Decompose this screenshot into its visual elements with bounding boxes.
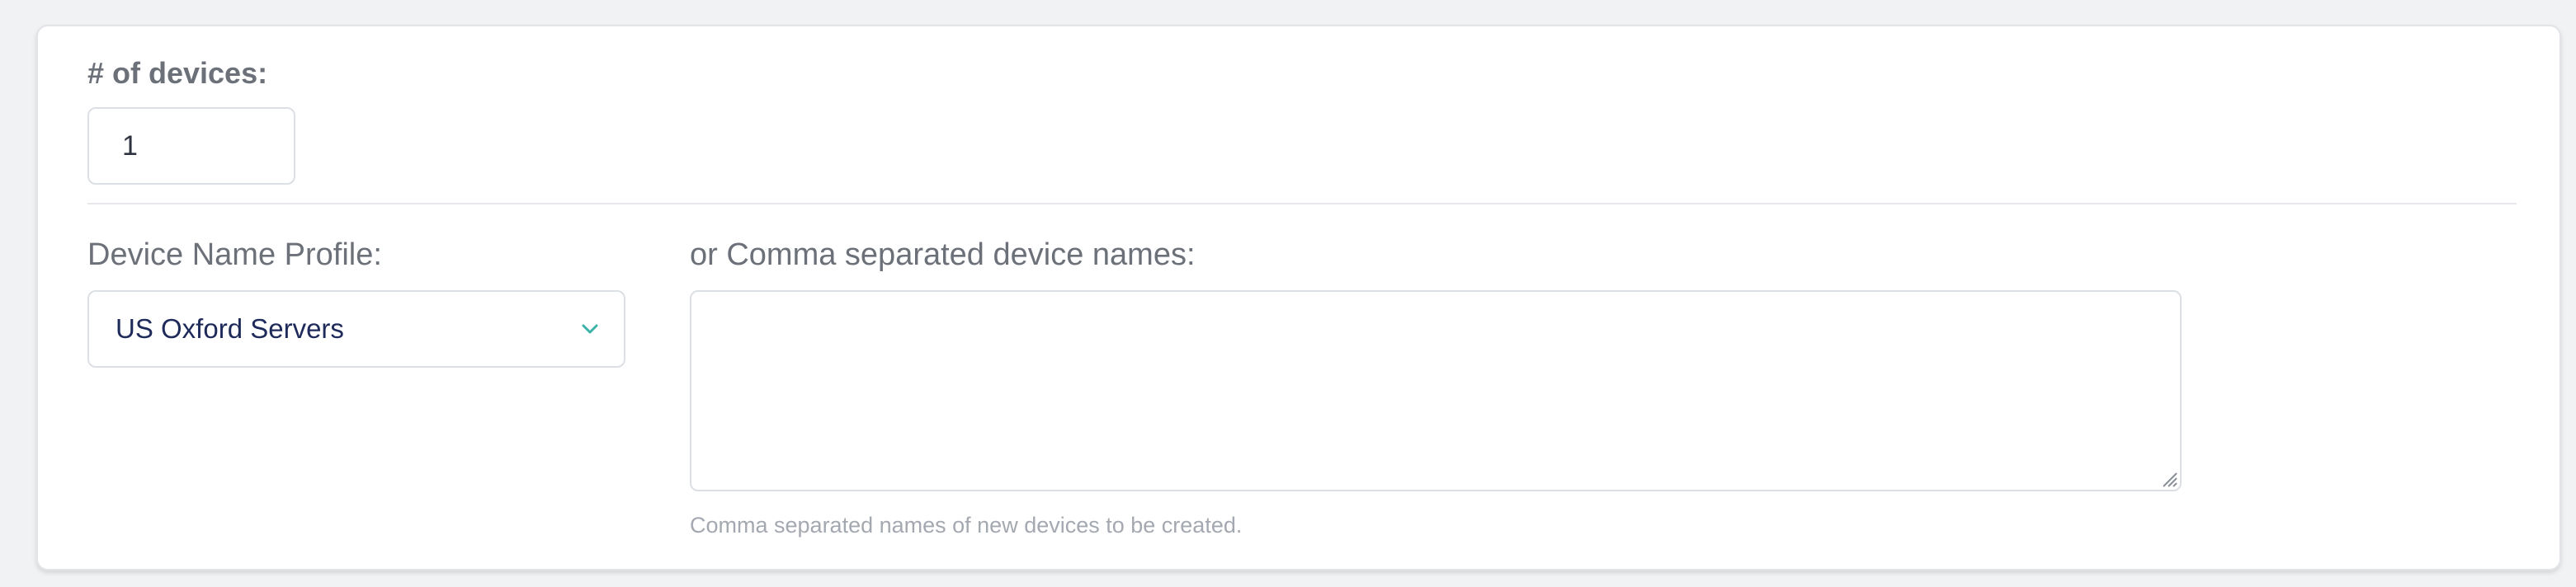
resize-grip-icon[interactable] — [2160, 470, 2178, 488]
device-count-input[interactable] — [87, 107, 295, 185]
device-name-profile-select[interactable]: US Oxford Servers — [87, 290, 625, 368]
device-names-help-text: Comma separated names of new devices to … — [690, 513, 1243, 538]
device-names-label: or Comma separated device names: — [690, 237, 1196, 272]
chevron-down-icon — [582, 324, 598, 334]
device-names-textarea[interactable] — [690, 290, 2182, 491]
divider — [87, 203, 2517, 204]
device-count-label: # of devices: — [87, 56, 268, 90]
device-name-profile-value: US Oxford Servers — [116, 313, 344, 344]
device-name-profile-label: Device Name Profile: — [87, 237, 382, 272]
add-devices-card: # of devices: Device Name Profile: US Ox… — [36, 25, 2561, 571]
